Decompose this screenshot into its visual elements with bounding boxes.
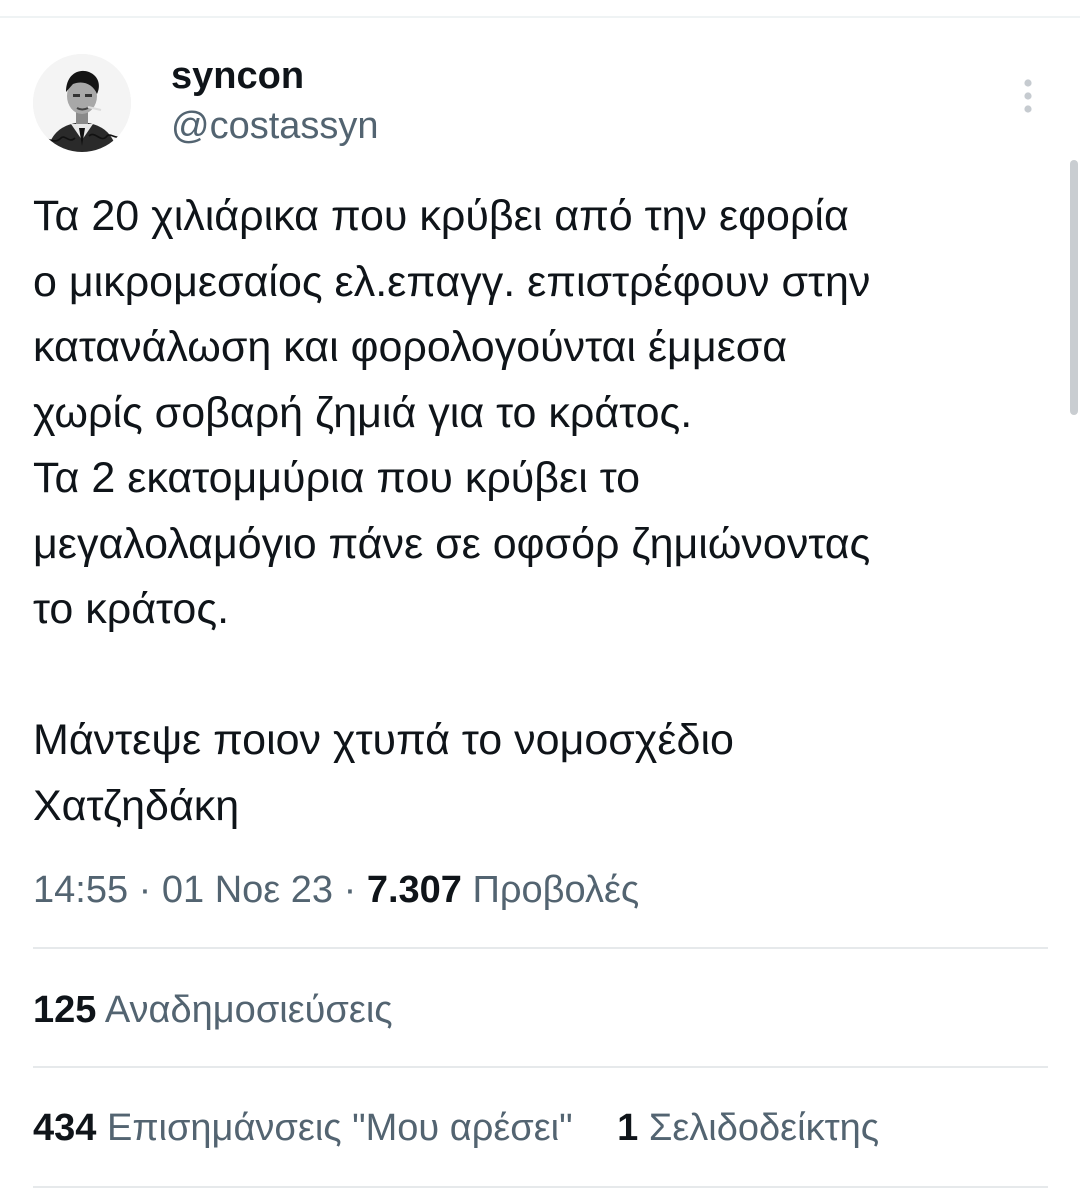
scrollbar[interactable] — [1070, 160, 1078, 415]
tweet-date[interactable]: 01 Νοε 23 — [162, 869, 333, 911]
bookmarks-count: 1 — [617, 1107, 639, 1149]
avatar-portrait — [33, 54, 131, 152]
divider — [33, 947, 1048, 949]
reposts-stat[interactable]: 125 Αναδημοσιεύσεις — [33, 984, 393, 1036]
likes-count: 434 — [33, 1107, 97, 1149]
meta-separator: · — [138, 869, 152, 911]
views-count: 7.307 — [366, 869, 462, 911]
tweet-meta: 14:55 · 01 Νοε 23 · 7.307 Προβολές — [33, 864, 639, 916]
author-display-name[interactable]: syncon — [171, 54, 304, 98]
more-options-button[interactable] — [1006, 70, 1050, 122]
reposts-count: 125 — [33, 989, 97, 1031]
likes-label: Επισημάνσεις "Μου αρέσει" — [106, 1107, 573, 1149]
more-vertical-icon — [1024, 79, 1032, 113]
bookmarks-stat[interactable]: 1 Σελιδοδείκτης — [617, 1102, 879, 1154]
top-divider — [0, 16, 1080, 18]
engagement-stats: 434 Επισημάνσεις "Μου αρέσει" 1 Σελιδοδε… — [33, 1102, 879, 1154]
likes-stat[interactable]: 434 Επισημάνσεις "Μου αρέσει" — [33, 1102, 573, 1154]
divider — [33, 1066, 1048, 1068]
tweet-text: Τα 20 χιλιάρικα που κρύβει από την εφορί… — [33, 192, 871, 830]
meta-separator: · — [343, 869, 357, 911]
bookmarks-label: Σελιδοδείκτης — [648, 1107, 880, 1149]
tweet-time[interactable]: 14:55 — [33, 869, 128, 911]
author-handle[interactable]: @costassyn — [171, 104, 379, 148]
views-label: Προβολές — [472, 869, 640, 911]
reposts-label: Αναδημοσιεύσεις — [104, 989, 393, 1031]
avatar[interactable] — [33, 54, 131, 152]
bottom-divider — [33, 1186, 1048, 1188]
